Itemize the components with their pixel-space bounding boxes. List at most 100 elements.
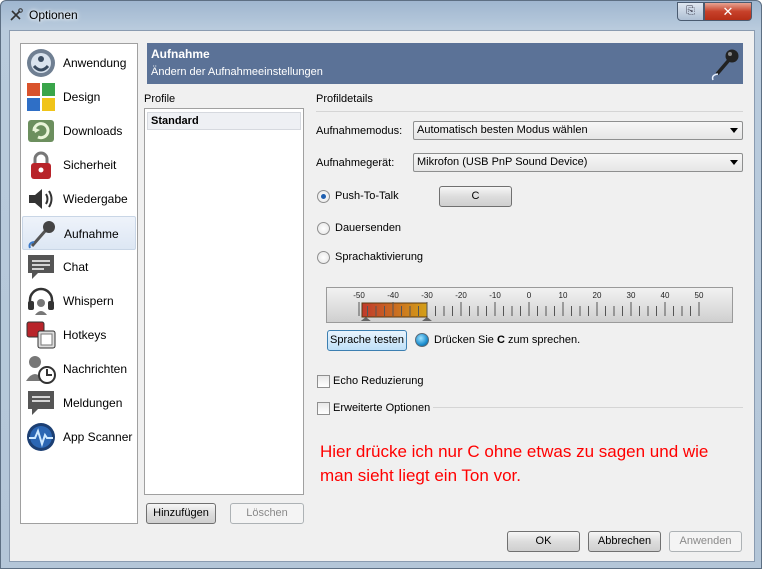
sidebar-item-downloads[interactable]: Downloads [22,114,136,148]
push-to-talk-label: Push-To-Talk [335,190,399,202]
settings-sidebar: Anwendung Design Downloads Sicherheit Wi… [20,43,138,524]
meter-tick-label: 20 [593,291,602,300]
meter-tick-label: 0 [527,291,532,300]
status-led-icon [415,333,429,347]
ok-button[interactable]: OK [507,531,580,552]
meter-tick-label: -30 [421,291,433,300]
divider [433,407,743,408]
level-meter[interactable]: -50 -40 -30 -20 -10 0 10 20 30 40 50 [326,287,733,323]
delete-profile-button[interactable]: Löschen [230,503,304,524]
voice-activation-radio[interactable] [317,251,330,264]
help-button[interactable]: ⎘ [677,2,704,21]
options-window: Optionen ⎘ ✕ Anwendung Design Downloads … [0,0,762,569]
voice-activation-label: Sprachaktivierung [335,251,424,263]
chevron-down-icon [730,128,738,133]
continuous-radio[interactable] [317,222,330,235]
mode-label: Aufnahmemodus: [316,125,403,137]
echo-reduction-label: Echo Reduzierung [333,375,424,387]
meter-tick-label: 30 [627,291,636,300]
sidebar-item-wiedergabe[interactable]: Wiedergabe [22,182,136,216]
talk-hint: Drücken Sie C zum sprechen. [434,334,580,346]
page-header: Aufnahme Ändern der Aufnahmeeinstellunge… [147,43,743,84]
recording-device-value: Mikrofon (USB PnP Sound Device) [417,156,588,168]
sidebar-item-nachrichten[interactable]: Nachrichten [22,352,136,386]
meter-tick-label: -10 [489,291,501,300]
messages-icon [26,356,56,384]
sidebar-item-label: Design [63,90,101,104]
microphone-icon [28,221,55,249]
headset-icon [28,287,54,315]
title-bar[interactable]: Optionen ⎘ ✕ [1,1,761,29]
window-title: Optionen [29,8,78,22]
page-subtitle: Ändern der Aufnahmeeinstellungen [151,66,323,78]
details-label: Profildetails [316,93,373,105]
close-button[interactable]: ✕ [704,2,752,21]
threshold-marker [360,317,371,321]
page-title: Aufnahme [151,47,210,61]
profiles-label: Profile [144,93,176,105]
advanced-options-checkbox[interactable] [317,402,330,415]
sidebar-item-label: Wiedergabe [63,192,128,206]
meter-tick-label: 40 [661,291,670,300]
sidebar-item-label: Chat [63,260,89,274]
level-meter-scale: -50 -40 -30 -20 -10 0 10 20 30 40 50 [353,291,704,321]
design-icon [27,83,55,111]
push-to-talk-radio[interactable] [317,190,330,203]
meter-tick-label: 50 [695,291,704,300]
profiles-list: Standard [144,108,304,495]
advanced-options-label: Erweiterte Optionen [333,402,431,414]
list-item[interactable]: Standard [147,112,301,130]
sidebar-item-label: Anwendung [63,56,127,70]
meter-tick-label: 10 [559,291,568,300]
recording-device-select[interactable]: Mikrofon (USB PnP Sound Device) [413,153,743,172]
downloads-icon [28,120,54,142]
sidebar-item-chat[interactable]: Chat [22,250,136,284]
sidebar-item-anwendung[interactable]: Anwendung [22,46,136,80]
hotkeys-icon [26,321,56,349]
meter-tick-label: -40 [387,291,399,300]
sidebar-item-label: Meldungen [63,396,123,410]
close-icon: ✕ [722,4,734,19]
security-icon [31,151,51,179]
sidebar-item-sicherheit[interactable]: Sicherheit [22,148,136,182]
cancel-button[interactable]: Abbrechen [588,531,661,552]
microphone-icon [711,49,739,81]
meter-tick-label: -20 [455,291,467,300]
level-bar [361,302,428,318]
sidebar-item-whispern[interactable]: Whispern [22,284,136,318]
sidebar-item-label: Hotkeys [63,328,107,342]
profile-name: Standard [151,115,199,127]
dialog-body: Anwendung Design Downloads Sicherheit Wi… [9,30,755,562]
add-profile-button[interactable]: Hinzufügen [146,503,216,524]
device-label: Aufnahmegerät: [316,157,395,169]
help-icon: ⎘ [686,5,695,17]
test-voice-button[interactable]: Sprache testen [327,330,407,351]
divider [316,111,743,112]
chevron-down-icon [730,160,738,165]
chat-icon [28,255,54,279]
sidebar-item-aufnahme[interactable]: Aufnahme [22,216,136,250]
continuous-label: Dauersenden [335,222,402,234]
recording-mode-value: Automatisch besten Modus wählen [417,124,588,136]
hotkey-button[interactable]: C [439,186,512,207]
sidebar-item-label: Aufnahme [64,227,119,241]
sidebar-item-label: App Scanner [63,430,133,444]
sidebar-item-hotkeys[interactable]: Hotkeys [22,318,136,352]
apply-button[interactable]: Anwenden [669,531,742,552]
echo-reduction-checkbox[interactable] [317,375,330,388]
hint-text: zum sprechen. [504,334,581,346]
threshold-marker [422,317,432,321]
hint-text: Drücken Sie [434,334,497,346]
tools-icon [10,8,23,21]
sidebar-item-meldungen[interactable]: Meldungen [22,386,136,420]
recording-mode-select[interactable]: Automatisch besten Modus wählen [413,121,743,140]
notifications-icon [28,391,54,415]
sidebar-item-design[interactable]: Design [22,80,136,114]
meter-tick-label: -50 [353,291,365,300]
radio-dot [321,194,326,199]
sidebar-item-label: Sicherheit [63,158,117,172]
sidebar-item-label: Downloads [63,124,123,138]
sidebar-item-app-scanner[interactable]: App Scanner [22,420,136,454]
annotation-text: Hier drücke ich nur C ohne etwas zu sage… [320,442,709,485]
sidebar-item-label: Nachrichten [63,362,128,376]
